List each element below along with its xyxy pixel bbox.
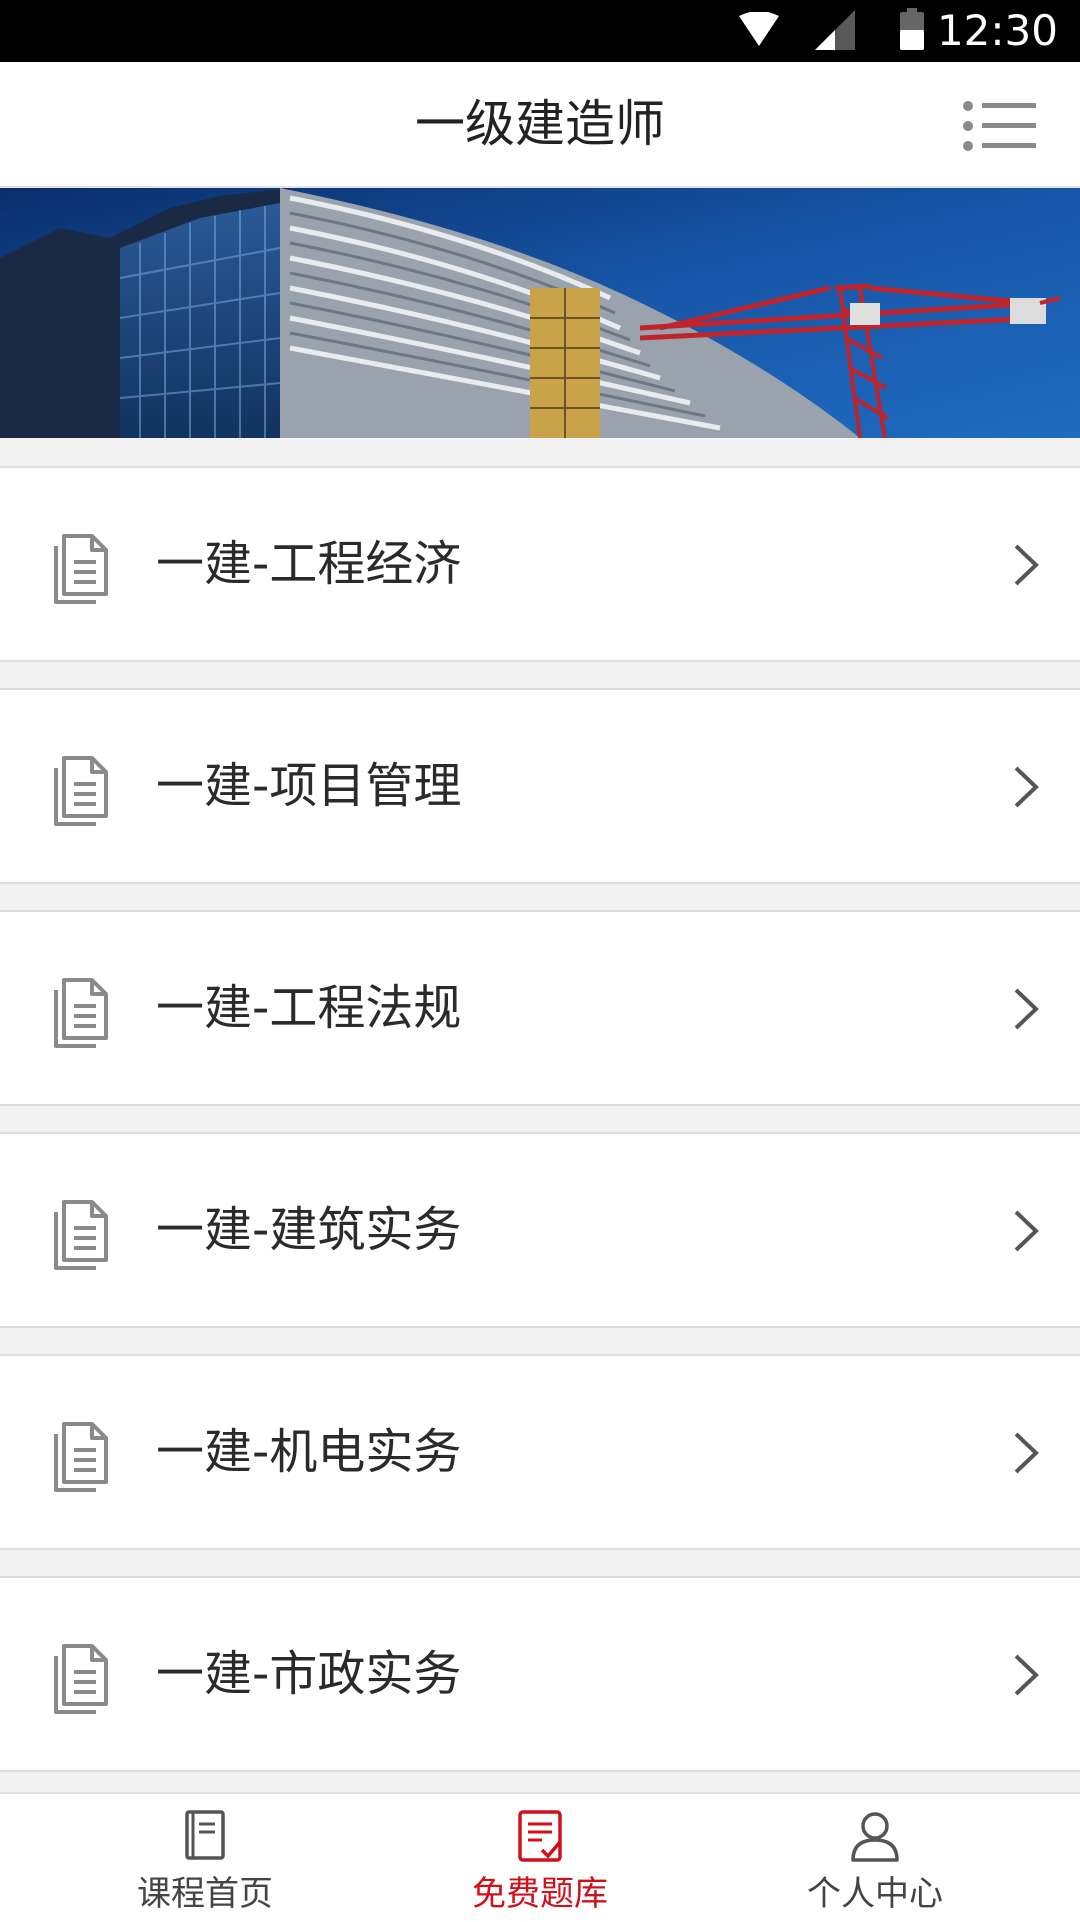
- wifi-icon: [739, 12, 779, 46]
- tab-free-question-bank[interactable]: 免费题库: [360, 1794, 720, 1922]
- bottom-tab-bar: 课程首页 免费题库 个人中心: [0, 1792, 1080, 1922]
- course-item[interactable]: 一建-工程法规: [0, 910, 1080, 1106]
- course-item[interactable]: 一建-项目管理: [0, 688, 1080, 884]
- banner-image: [0, 188, 1080, 438]
- course-item[interactable]: 一建-市政实务: [0, 1576, 1080, 1772]
- document-icon: [54, 1422, 108, 1492]
- chevron-right-icon: [1014, 988, 1039, 1030]
- checklist-icon: [518, 1810, 562, 1862]
- chevron-right-icon: [1014, 766, 1039, 808]
- course-label: 一建-项目管理: [156, 758, 462, 814]
- document-icon: [54, 756, 108, 826]
- course-label: 一建-机电实务: [156, 1424, 462, 1480]
- tab-label: 课程首页: [137, 1874, 273, 1914]
- app-header: 一级建造师: [0, 62, 1080, 188]
- list-menu-icon: [963, 101, 1036, 151]
- signal-icon: [815, 10, 855, 50]
- chevron-right-icon: [1014, 1210, 1039, 1252]
- course-item[interactable]: 一建-建筑实务: [0, 1132, 1080, 1328]
- document-icon: [54, 1644, 108, 1714]
- tab-course-home[interactable]: 课程首页: [25, 1794, 385, 1922]
- construction-building-illustration: [0, 188, 1080, 438]
- battery-icon: [900, 8, 924, 50]
- document-icon: [54, 1200, 108, 1270]
- chevron-right-icon: [1014, 544, 1039, 586]
- status-bar: 12:30: [0, 0, 1080, 62]
- chevron-right-icon: [1014, 1654, 1039, 1696]
- tab-personal-center[interactable]: 个人中心: [695, 1794, 1055, 1922]
- document-icon: [54, 534, 108, 604]
- chevron-right-icon: [1014, 1432, 1039, 1474]
- course-label: 一建-工程法规: [156, 980, 462, 1036]
- status-time: 12:30: [936, 6, 1058, 55]
- tab-label: 免费题库: [472, 1874, 608, 1914]
- course-label: 一建-建筑实务: [156, 1202, 462, 1258]
- book-icon: [185, 1810, 225, 1860]
- course-label: 一建-工程经济: [156, 536, 462, 592]
- document-icon: [54, 978, 108, 1048]
- user-icon: [851, 1812, 899, 1862]
- course-item[interactable]: 一建-工程经济: [0, 466, 1080, 662]
- page-title: 一级建造师: [415, 95, 665, 153]
- menu-button[interactable]: [962, 100, 1036, 152]
- course-label: 一建-市政实务: [156, 1646, 462, 1702]
- course-item[interactable]: 一建-机电实务: [0, 1354, 1080, 1550]
- tab-label: 个人中心: [807, 1874, 943, 1914]
